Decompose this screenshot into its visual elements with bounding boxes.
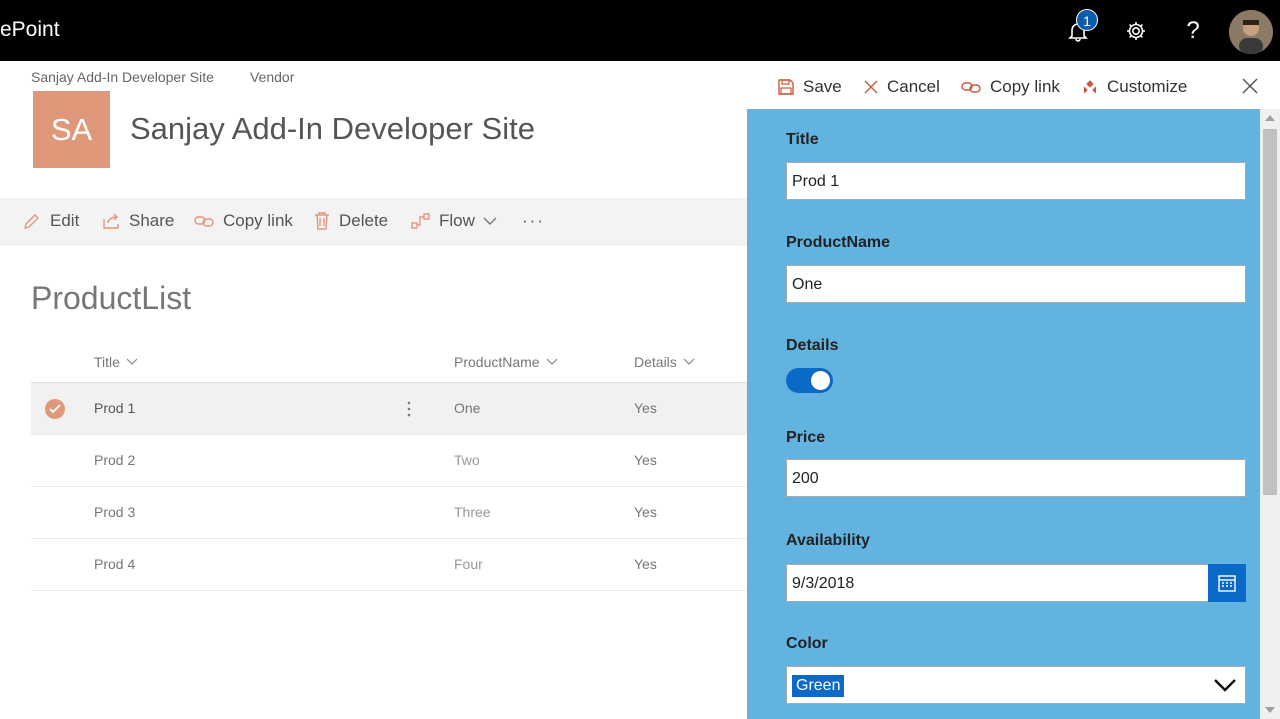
checkmark-icon: [49, 404, 61, 414]
cell-title[interactable]: Prod 4: [94, 556, 135, 572]
share-label: Share: [129, 211, 175, 230]
delete-label: Delete: [339, 211, 389, 230]
cell-details: Yes: [634, 400, 657, 416]
cell-details: Yes: [634, 556, 657, 572]
cell-title[interactable]: Prod 3: [94, 504, 135, 520]
copy-link-label: Copy link: [223, 211, 293, 230]
customize-icon: [1083, 80, 1097, 94]
table-row[interactable]: Prod 3 Three Yes: [31, 487, 747, 539]
column-header-details[interactable]: Details: [634, 354, 695, 370]
price-field-label: Price: [786, 429, 826, 446]
share-icon: [103, 213, 119, 229]
panel-copy-link-button[interactable]: Copy link: [960, 77, 1060, 97]
details-toggle[interactable]: [786, 368, 833, 393]
flow-button[interactable]: Flow: [411, 211, 497, 231]
gear-icon: [1127, 22, 1145, 40]
edit-button[interactable]: Edit: [22, 211, 79, 231]
table-row[interactable]: Prod 2 Two Yes: [31, 435, 747, 487]
cell-title[interactable]: Prod 1: [94, 400, 135, 416]
flow-label: Flow: [439, 211, 475, 230]
column-title-label: Title: [94, 354, 120, 370]
customize-label: Customize: [1107, 77, 1188, 96]
delete-button[interactable]: Delete: [313, 211, 388, 231]
chevron-down-icon: [546, 358, 558, 365]
item-edit-panel: Save Cancel Copy link Customize Title Pr…: [747, 61, 1280, 719]
cancel-button[interactable]: Cancel: [863, 77, 940, 97]
panel-scrollbar[interactable]: [1260, 109, 1280, 719]
row-more-icon[interactable]: [407, 401, 411, 417]
availability-date-field[interactable]: 9/3/2018: [786, 564, 1210, 602]
save-icon: [778, 79, 794, 95]
link-icon: [194, 216, 214, 227]
avatar[interactable]: [1229, 10, 1273, 54]
panel-command-bar: Save Cancel Copy link Customize: [747, 61, 1280, 109]
column-header-productname[interactable]: ProductName: [454, 354, 558, 370]
cell-productname: Two: [454, 452, 480, 468]
save-label: Save: [803, 77, 842, 96]
toggle-knob: [811, 371, 830, 390]
column-productname-label: ProductName: [454, 354, 540, 370]
breadcrumb-vendor[interactable]: Vendor: [250, 69, 294, 85]
panel-copy-link-label: Copy link: [990, 77, 1060, 96]
close-icon: [864, 80, 878, 94]
list-title: ProductList: [31, 280, 192, 316]
flow-icon: [411, 213, 430, 229]
cell-productname: One: [454, 400, 481, 416]
edit-form: Title Prod 1 ProductName One Details Pri…: [747, 109, 1260, 719]
cell-title[interactable]: Prod 2: [94, 452, 135, 468]
column-header-title[interactable]: Title: [94, 354, 138, 370]
row-selected-check[interactable]: [45, 399, 65, 419]
title-field-label: Title: [786, 131, 819, 148]
color-selected-value: Green: [792, 675, 845, 697]
site-title[interactable]: Sanjay Add-In Developer Site: [130, 111, 535, 147]
chevron-down-icon: [1214, 679, 1236, 692]
title-field[interactable]: Prod 1: [786, 162, 1246, 200]
copy-link-button[interactable]: Copy link: [193, 211, 293, 231]
chevron-down-icon: [683, 358, 695, 365]
color-field-label: Color: [786, 635, 828, 652]
calendar-icon: [1218, 575, 1236, 592]
scrollbar-thumb[interactable]: [1263, 129, 1277, 495]
save-button[interactable]: Save: [777, 77, 842, 97]
edit-label: Edit: [50, 211, 80, 230]
customize-button[interactable]: Customize: [1081, 77, 1187, 97]
table-row[interactable]: Prod 4 Four Yes: [31, 539, 747, 591]
productname-field-label: ProductName: [786, 234, 891, 251]
suite-bar: ePoint 1 ?: [0, 0, 1280, 61]
color-select[interactable]: Green: [786, 666, 1246, 704]
command-bar: Edit Share Copy link Delete Flow ···: [0, 198, 747, 246]
details-field-label: Details: [786, 337, 839, 354]
user-photo-icon: [1229, 10, 1273, 54]
scroll-up-icon[interactable]: [1265, 115, 1275, 121]
breadcrumb-site[interactable]: Sanjay Add-In Developer Site: [31, 69, 214, 85]
help-button[interactable]: ?: [1176, 14, 1210, 48]
cancel-label: Cancel: [887, 77, 940, 96]
table-row[interactable]: Prod 1 One Yes: [31, 383, 747, 435]
productname-field[interactable]: One: [786, 265, 1246, 303]
trash-icon: [315, 212, 329, 230]
more-commands-button[interactable]: ···: [522, 211, 545, 231]
notification-badge: 1: [1076, 9, 1098, 31]
cell-details: Yes: [634, 452, 657, 468]
column-details-label: Details: [634, 354, 677, 370]
link-icon: [961, 82, 981, 93]
cell-productname: Four: [454, 556, 483, 572]
pencil-icon: [24, 214, 39, 229]
cell-details: Yes: [634, 504, 657, 520]
share-button[interactable]: Share: [101, 211, 174, 231]
date-picker-button[interactable]: [1208, 564, 1246, 602]
price-field[interactable]: 200: [786, 459, 1246, 497]
cell-productname: Three: [454, 504, 491, 520]
app-brand[interactable]: ePoint: [0, 18, 60, 42]
chevron-down-icon: [126, 358, 138, 365]
availability-field-label: Availability: [786, 532, 870, 549]
site-logo[interactable]: SA: [33, 91, 110, 168]
close-panel-icon[interactable]: [1240, 76, 1260, 96]
chevron-down-icon: [483, 217, 497, 225]
scroll-down-icon[interactable]: [1265, 707, 1275, 713]
settings-button[interactable]: [1119, 14, 1153, 48]
